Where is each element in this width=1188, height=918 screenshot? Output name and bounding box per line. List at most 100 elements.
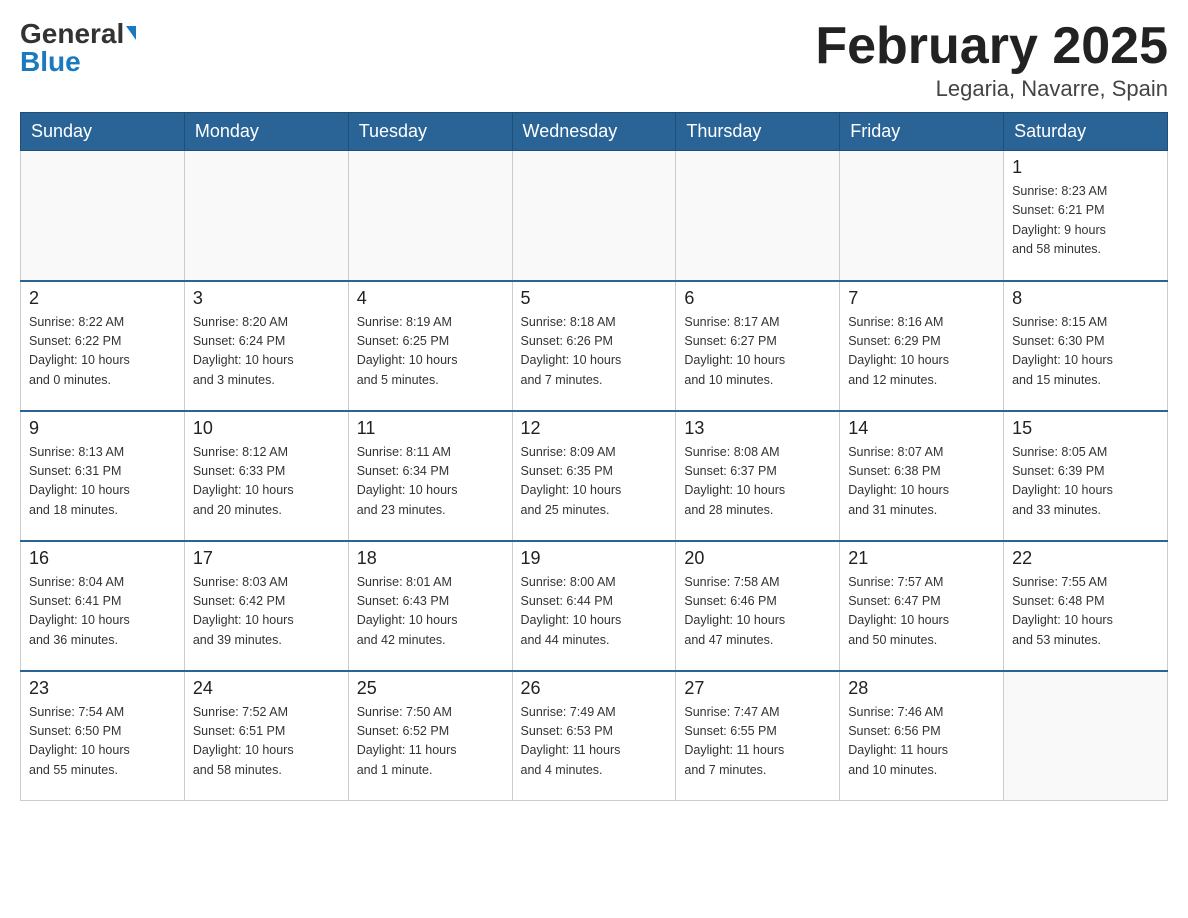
page-header: General Blue February 2025 Legaria, Nava… [20,20,1168,102]
day-info: Sunrise: 8:11 AMSunset: 6:34 PMDaylight:… [357,443,504,521]
day-info: Sunrise: 8:01 AMSunset: 6:43 PMDaylight:… [357,573,504,651]
calendar-cell [1004,671,1168,801]
weekday-header-saturday: Saturday [1004,113,1168,151]
calendar-cell: 5 Sunrise: 8:18 AMSunset: 6:26 PMDaylight… [512,281,676,411]
day-number: 5 [521,288,668,309]
day-number: 3 [193,288,340,309]
calendar-cell: 14 Sunrise: 8:07 AMSunset: 6:38 PMDayligh… [840,411,1004,541]
title-section: February 2025 Legaria, Navarre, Spain [815,20,1168,102]
day-info: Sunrise: 8:22 AMSunset: 6:22 PMDaylight:… [29,313,176,391]
calendar-cell: 2 Sunrise: 8:22 AMSunset: 6:22 PMDaylight… [21,281,185,411]
day-number: 17 [193,548,340,569]
weekday-header-tuesday: Tuesday [348,113,512,151]
calendar-cell: 11 Sunrise: 8:11 AMSunset: 6:34 PMDayligh… [348,411,512,541]
calendar-cell [676,151,840,281]
day-info: Sunrise: 8:15 AMSunset: 6:30 PMDaylight:… [1012,313,1159,391]
day-number: 7 [848,288,995,309]
calendar-cell: 22 Sunrise: 7:55 AMSunset: 6:48 PMDayligh… [1004,541,1168,671]
day-info: Sunrise: 8:18 AMSunset: 6:26 PMDaylight:… [521,313,668,391]
calendar-cell: 21Sunrise: 7:57 AMSunset: 6:47 PMDayligh… [840,541,1004,671]
day-info: Sunrise: 7:50 AMSunset: 6:52 PMDaylight:… [357,703,504,781]
day-info: Sunrise: 7:49 AMSunset: 6:53 PMDaylight:… [521,703,668,781]
day-number: 9 [29,418,176,439]
day-number: 8 [1012,288,1159,309]
day-info: Sunrise: 8:19 AMSunset: 6:25 PMDaylight:… [357,313,504,391]
calendar-cell: 10 Sunrise: 8:12 AMSunset: 6:33 PMDayligh… [184,411,348,541]
day-number: 1 [1012,157,1159,178]
week-row-1: 1 Sunrise: 8:23 AMSunset: 6:21 PMDaylight… [21,151,1168,281]
day-info: Sunrise: 8:16 AMSunset: 6:29 PMDaylight:… [848,313,995,391]
location: Legaria, Navarre, Spain [815,76,1168,102]
day-number: 11 [357,418,504,439]
weekday-header-monday: Monday [184,113,348,151]
day-number: 27 [684,678,831,699]
day-info: Sunrise: 8:23 AMSunset: 6:21 PMDaylight:… [1012,182,1159,260]
calendar-cell: 13Sunrise: 8:08 AMSunset: 6:37 PMDayligh… [676,411,840,541]
day-info: Sunrise: 8:00 AMSunset: 6:44 PMDaylight:… [521,573,668,651]
calendar-cell: 6 Sunrise: 8:17 AMSunset: 6:27 PMDaylight… [676,281,840,411]
day-info: Sunrise: 8:04 AMSunset: 6:41 PMDaylight:… [29,573,176,651]
day-info: Sunrise: 7:58 AMSunset: 6:46 PMDaylight:… [684,573,831,651]
calendar-cell: 20 Sunrise: 7:58 AMSunset: 6:46 PMDayligh… [676,541,840,671]
calendar-cell: 7 Sunrise: 8:16 AMSunset: 6:29 PMDaylight… [840,281,1004,411]
calendar-cell: 28Sunrise: 7:46 AMSunset: 6:56 PMDayligh… [840,671,1004,801]
logo: General Blue [20,20,136,76]
week-row-4: 16 Sunrise: 8:04 AMSunset: 6:41 PMDayligh… [21,541,1168,671]
day-number: 2 [29,288,176,309]
calendar-cell: 3 Sunrise: 8:20 AMSunset: 6:24 PMDaylight… [184,281,348,411]
day-number: 12 [521,418,668,439]
day-number: 6 [684,288,831,309]
calendar-cell: 4 Sunrise: 8:19 AMSunset: 6:25 PMDaylight… [348,281,512,411]
day-number: 4 [357,288,504,309]
day-number: 21 [848,548,995,569]
weekday-header-row: SundayMondayTuesdayWednesdayThursdayFrid… [21,113,1168,151]
calendar-cell: 24Sunrise: 7:52 AMSunset: 6:51 PMDayligh… [184,671,348,801]
day-number: 10 [193,418,340,439]
calendar-cell: 17 Sunrise: 8:03 AMSunset: 6:42 PMDayligh… [184,541,348,671]
day-number: 18 [357,548,504,569]
calendar-cell [184,151,348,281]
day-number: 20 [684,548,831,569]
calendar-cell: 1 Sunrise: 8:23 AMSunset: 6:21 PMDaylight… [1004,151,1168,281]
day-info: Sunrise: 7:46 AMSunset: 6:56 PMDaylight:… [848,703,995,781]
day-info: Sunrise: 8:13 AMSunset: 6:31 PMDaylight:… [29,443,176,521]
calendar-cell: 12 Sunrise: 8:09 AMSunset: 6:35 PMDayligh… [512,411,676,541]
calendar-cell: 26 Sunrise: 7:49 AMSunset: 6:53 PMDayligh… [512,671,676,801]
day-number: 23 [29,678,176,699]
day-info: Sunrise: 8:07 AMSunset: 6:38 PMDaylight:… [848,443,995,521]
logo-general-text: General [20,20,136,48]
day-number: 13 [684,418,831,439]
day-info: Sunrise: 8:17 AMSunset: 6:27 PMDaylight:… [684,313,831,391]
day-number: 26 [521,678,668,699]
day-info: Sunrise: 7:52 AMSunset: 6:51 PMDaylight:… [193,703,340,781]
day-info: Sunrise: 8:05 AMSunset: 6:39 PMDaylight:… [1012,443,1159,521]
calendar-cell: 23 Sunrise: 7:54 AMSunset: 6:50 PMDayligh… [21,671,185,801]
calendar-cell: 9 Sunrise: 8:13 AMSunset: 6:31 PMDaylight… [21,411,185,541]
day-info: Sunrise: 8:12 AMSunset: 6:33 PMDaylight:… [193,443,340,521]
day-number: 19 [521,548,668,569]
logo-arrow-icon [126,26,136,40]
weekday-header-thursday: Thursday [676,113,840,151]
day-number: 22 [1012,548,1159,569]
day-info: Sunrise: 8:09 AMSunset: 6:35 PMDaylight:… [521,443,668,521]
day-info: Sunrise: 8:20 AMSunset: 6:24 PMDaylight:… [193,313,340,391]
week-row-3: 9 Sunrise: 8:13 AMSunset: 6:31 PMDaylight… [21,411,1168,541]
day-info: Sunrise: 8:03 AMSunset: 6:42 PMDaylight:… [193,573,340,651]
day-number: 14 [848,418,995,439]
calendar-cell [512,151,676,281]
month-title: February 2025 [815,20,1168,72]
calendar-cell: 18 Sunrise: 8:01 AMSunset: 6:43 PMDayligh… [348,541,512,671]
day-info: Sunrise: 7:54 AMSunset: 6:50 PMDaylight:… [29,703,176,781]
day-info: Sunrise: 7:55 AMSunset: 6:48 PMDaylight:… [1012,573,1159,651]
day-number: 15 [1012,418,1159,439]
calendar-cell: 15 Sunrise: 8:05 AMSunset: 6:39 PMDayligh… [1004,411,1168,541]
logo-blue-text: Blue [20,48,81,76]
weekday-header-sunday: Sunday [21,113,185,151]
day-info: Sunrise: 7:47 AMSunset: 6:55 PMDaylight:… [684,703,831,781]
calendar-cell: 27 Sunrise: 7:47 AMSunset: 6:55 PMDayligh… [676,671,840,801]
weekday-header-wednesday: Wednesday [512,113,676,151]
week-row-5: 23 Sunrise: 7:54 AMSunset: 6:50 PMDayligh… [21,671,1168,801]
day-number: 16 [29,548,176,569]
calendar-cell: 19 Sunrise: 8:00 AMSunset: 6:44 PMDayligh… [512,541,676,671]
calendar-cell: 8 Sunrise: 8:15 AMSunset: 6:30 PMDaylight… [1004,281,1168,411]
